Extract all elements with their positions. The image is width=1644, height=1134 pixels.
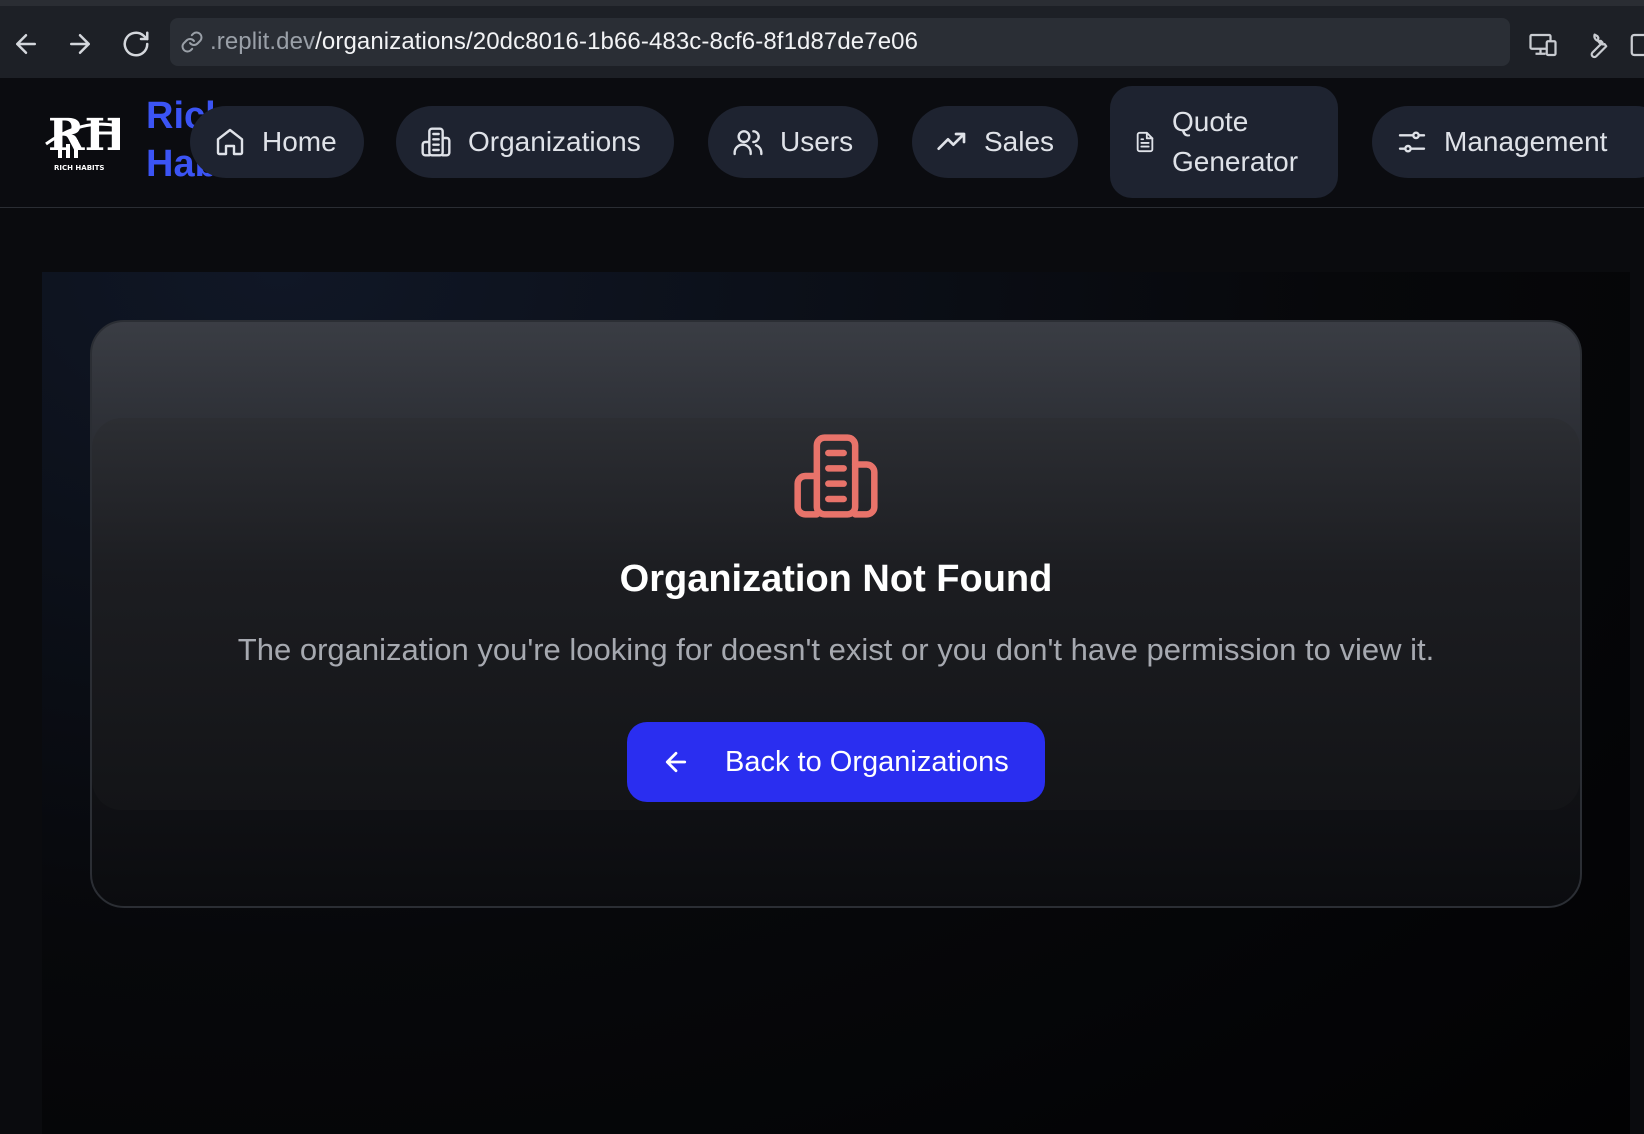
back-arrow-icon[interactable] [8, 26, 44, 62]
trending-up-icon [937, 132, 966, 150]
brand-logo[interactable]: RH RICH HABITS [44, 108, 126, 174]
app-header: RH RICH HABITS Rich Habits Home Organiza… [0, 78, 1644, 208]
file-text-icon [1136, 131, 1154, 153]
browser-toolbar: .replit.dev/organizations/20dc8016-1b66-… [0, 0, 1644, 78]
back-to-organizations-button[interactable]: Back to Organizations [627, 722, 1045, 802]
nav-management[interactable]: Management [1372, 106, 1644, 178]
not-found-description: The organization you're looking for does… [237, 632, 1435, 667]
devices-icon[interactable] [1526, 28, 1560, 62]
sidebar-icon[interactable] [1626, 28, 1644, 62]
back-to-organizations-label: Back to Organizations [725, 745, 1009, 778]
address-bar[interactable]: .replit.dev/organizations/20dc8016-1b66-… [170, 18, 1510, 66]
nav-home-label: Home [262, 126, 337, 157]
nav-quote-generator[interactable]: Quote Generator [1110, 86, 1338, 198]
nav-home[interactable]: Home [190, 106, 364, 178]
nav-users[interactable]: Users [708, 106, 878, 178]
reload-icon[interactable] [118, 26, 154, 62]
not-found-title: Organization Not Found [619, 558, 1053, 600]
nav-organizations[interactable]: Organizations [396, 106, 674, 178]
nav-management-label: Management [1444, 126, 1608, 157]
nav-sales[interactable]: Sales [912, 106, 1078, 178]
forward-arrow-icon[interactable] [62, 26, 98, 62]
nav-quote-generator-label: Quote Generator [1172, 106, 1299, 177]
building-icon [421, 127, 451, 157]
building-icon [790, 430, 882, 522]
not-found-card [90, 320, 1582, 908]
url-host: .replit.dev [210, 28, 316, 55]
url-path: /organizations/20dc8016-1b66-483c-8cf6-8… [315, 28, 919, 55]
arrow-left-icon [665, 751, 687, 773]
users-icon [733, 130, 763, 156]
nav-users-label: Users [780, 126, 854, 157]
nav-sales-label: Sales [984, 126, 1055, 157]
link-icon [180, 30, 204, 54]
sliders-icon [1398, 131, 1426, 153]
svg-text:RICH HABITS: RICH HABITS [54, 164, 104, 172]
home-icon [216, 128, 244, 156]
wrench-icon[interactable] [1578, 28, 1612, 62]
nav-organizations-label: Organizations [468, 126, 641, 157]
